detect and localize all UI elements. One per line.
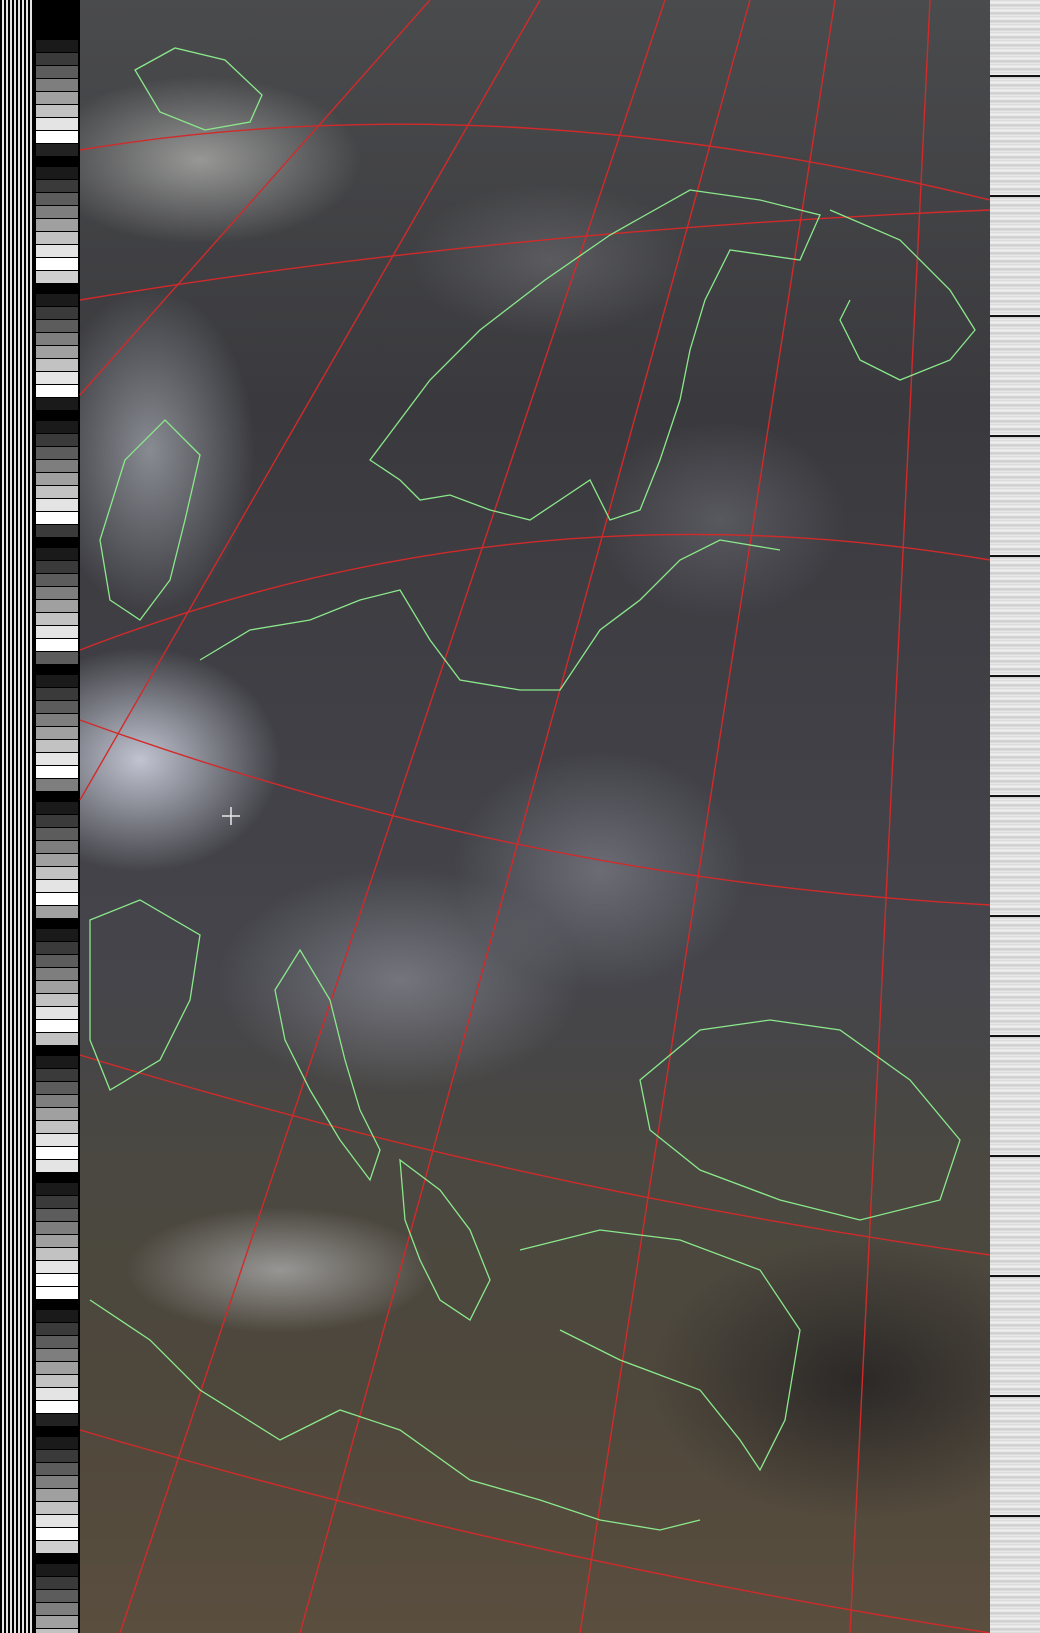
coastline [89,1299,701,1531]
graticule-parallel [79,1054,991,1256]
graticule-parallel [79,533,991,651]
coastline [829,209,976,381]
graticule-parallel [79,1429,991,1633]
graticule-meridian [119,0,666,1633]
coastline [134,47,263,131]
coastline [89,899,201,1091]
coastline [519,1229,801,1472]
coastline [369,189,821,521]
coastline [99,419,201,621]
graticule-meridian [849,0,931,1633]
coastline [274,948,381,1182]
graticule-meridian [79,0,541,801]
graticule-meridian [579,0,836,1633]
graticule-meridian [79,0,431,396]
graticule-parallel [79,209,991,301]
graticule-meridian [299,0,751,1633]
graticule-lines [79,0,991,1633]
coastline [399,1158,491,1321]
graticule-parallel [79,719,991,906]
coastline [199,539,781,691]
satellite-image-frame [0,0,1040,1633]
map-overlay [79,0,991,1633]
graticule-parallel [79,123,991,201]
crosshair-marker [222,807,240,825]
coastline [639,1019,961,1221]
